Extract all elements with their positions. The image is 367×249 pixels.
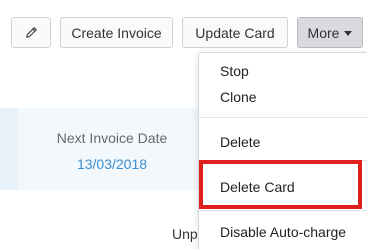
create-invoice-button[interactable]: Create Invoice (60, 17, 173, 48)
menu-item-stop[interactable]: Stop (220, 63, 249, 79)
more-dropdown-menu: Stop Clone Delete Delete Card Disable Au… (198, 52, 367, 249)
subscription-details-page: Create Invoice Update Card More Next Inv… (0, 0, 367, 249)
next-invoice-date-label: Next Invoice Date (56, 130, 168, 146)
more-dropdown-button[interactable]: More (297, 17, 363, 48)
edit-button[interactable] (11, 17, 51, 48)
menu-divider (199, 210, 367, 211)
more-label: More (307, 24, 340, 41)
menu-item-clone[interactable]: Clone (220, 89, 257, 105)
partially-hidden-label: Unp (172, 226, 198, 242)
update-card-label: Update Card (195, 24, 275, 41)
next-invoice-date-value: 13/03/2018 (76, 156, 148, 172)
summary-strip-accent (0, 108, 18, 190)
update-card-button[interactable]: Update Card (182, 17, 288, 48)
create-invoice-label: Create Invoice (71, 24, 162, 41)
caret-down-icon (344, 31, 353, 36)
menu-item-delete[interactable]: Delete (220, 134, 260, 150)
menu-divider (199, 117, 367, 118)
menu-item-disable-auto-charge[interactable]: Disable Auto-charge (220, 224, 346, 240)
pencil-icon (25, 27, 37, 38)
delete-card-highlight (199, 160, 362, 209)
